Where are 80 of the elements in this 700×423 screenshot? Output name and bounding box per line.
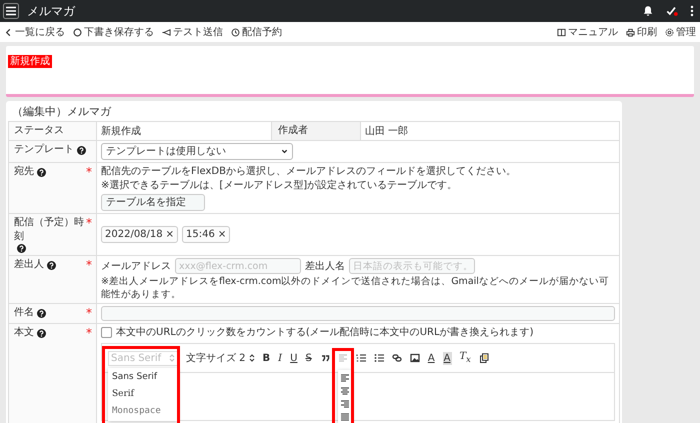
template-select[interactable]: テンプレートは使用しない [101, 143, 293, 160]
field-label: メールアドレス [101, 260, 171, 272]
settings-icon [665, 28, 674, 36]
field-label: 差出人 [14, 258, 44, 272]
align-justify-icon[interactable] [340, 412, 350, 422]
required-mark: * [86, 165, 92, 179]
required-mark: * [86, 216, 92, 230]
help-text: 配信先のテーブルをFlexDBから選択し、メールアドレスのフィールドを選択してください。 [101, 165, 516, 178]
toolbar-link[interactable]: テスト送信 [162, 25, 223, 39]
bullet-list-icon[interactable] [374, 353, 384, 363]
rich-text-editor[interactable]: Sans Serif Sans Serif Serif Monospace 文字サイズ 2 B I U S A A T$_{x}$ [101, 343, 615, 421]
help-icon[interactable] [37, 308, 46, 318]
bell-icon[interactable] [642, 5, 654, 17]
help-text: ※選択できるテーブルは、[メールアドレス型]が設定されているテーブルです。 [101, 179, 458, 192]
color-button[interactable]: A [442, 352, 452, 364]
required-mark: * [86, 326, 92, 340]
required-mark: * [86, 306, 92, 320]
circle-icon [73, 28, 82, 36]
field-label: 配信（予定）時刻 [14, 216, 85, 244]
field-label: 本文 [14, 326, 34, 340]
printer-icon [626, 28, 635, 36]
book-icon [557, 28, 566, 36]
help-icon[interactable] [37, 328, 46, 338]
toolbar-link[interactable]: 管理 [665, 25, 696, 39]
format-button[interactable]: B [262, 352, 270, 364]
field-label: 宛先 [14, 165, 34, 179]
required-mark: * [86, 258, 92, 272]
date-field[interactable]: 2022/08/18 × [101, 226, 178, 243]
field-label: 差出人名 [305, 260, 345, 272]
checkbox[interactable] [101, 327, 112, 338]
image-icon[interactable] [410, 353, 420, 363]
table-cell-text: 山田 一郎 [364, 124, 410, 138]
status-badge: 新規作成 [8, 55, 52, 68]
align-left-icon[interactable] [340, 373, 350, 383]
font-option[interactable]: Sans Serif [112, 370, 174, 384]
clear-format-button[interactable]: T$_{x}$ [460, 350, 471, 366]
sender-name-input[interactable]: 日本語の表示も可能です。 [349, 258, 475, 274]
format-button[interactable]: U [290, 352, 298, 364]
toolbar-link[interactable]: 配信予約 [231, 25, 282, 39]
field-label: 件名 [14, 306, 34, 320]
format-button[interactable]: I [278, 352, 282, 364]
copy-icon[interactable] [478, 353, 489, 363]
up-down-caret-icon [169, 354, 175, 362]
field-label: テンプレート [14, 143, 74, 157]
form-title: （編集中）メルマガ [11, 104, 112, 120]
toolbar-link[interactable]: マニュアル [557, 25, 618, 39]
font-size-select[interactable]: 文字サイズ 2 [186, 352, 255, 364]
font-option[interactable]: Monospace [112, 404, 174, 418]
color-button[interactable]: A [428, 352, 435, 364]
toolbar-link[interactable]: 一覧に戻る [4, 25, 65, 39]
subject-input[interactable] [101, 306, 615, 321]
help-icon[interactable] [47, 260, 56, 270]
chevron-down-icon [281, 148, 288, 155]
format-button[interactable]: S [305, 352, 312, 364]
align-center-icon[interactable] [340, 386, 350, 396]
field-label: ステータス [14, 124, 64, 138]
more-icon[interactable] [690, 5, 694, 17]
font-option[interactable]: Serif [112, 388, 174, 400]
time-field[interactable]: 15:46 × [182, 226, 230, 243]
help-icon[interactable] [17, 244, 26, 253]
link-icon[interactable] [392, 353, 402, 363]
app-title: メルマガ [27, 2, 75, 20]
toolbar-link[interactable]: 下書き保存する [73, 25, 154, 39]
send-icon [162, 28, 171, 36]
email-input[interactable]: xxx@flex-crm.com [175, 258, 301, 274]
up-down-caret-icon [248, 354, 255, 362]
chevron-left-icon [4, 28, 13, 36]
help-text: ※差出人メールアドレスをflex-crm.com以外のドメインで送信された場合は、Gmailなどへのメールが届かない可能性があります。 [101, 275, 610, 301]
menu-icon[interactable] [3, 3, 19, 19]
checkbox-label: 本文中のURLのクリック数をカウントする(メール配信時に本文中のURLが書き換えられます) [116, 326, 534, 339]
align-right-icon[interactable] [340, 399, 350, 409]
table-cell: 作成者 [272, 122, 361, 140]
numbered-list-icon[interactable] [356, 353, 366, 363]
select-table-button[interactable]: テーブル名を指定 [101, 194, 205, 211]
check-icon[interactable] [666, 5, 678, 17]
clock-icon [231, 28, 240, 36]
toolbar-link[interactable]: 印刷 [626, 25, 657, 39]
help-icon[interactable] [77, 146, 86, 154]
help-icon[interactable] [37, 168, 46, 176]
quote-icon[interactable] [320, 353, 330, 363]
